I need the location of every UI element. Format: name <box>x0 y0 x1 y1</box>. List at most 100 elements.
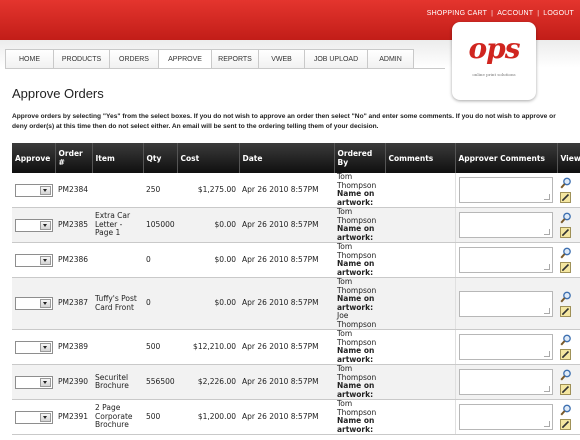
ordered-by-name: Tom Thompson <box>337 277 377 295</box>
tab-reports[interactable]: REPORTS <box>211 49 259 68</box>
order-number: PM2391 <box>55 399 92 435</box>
ordered-by-name: Tom Thompson <box>337 172 377 190</box>
approval-table: Approve Order # Item Qty Cost Date Ordered By C… <box>12 143 580 435</box>
view-cell <box>557 277 580 330</box>
approver-comments-cell <box>455 364 557 400</box>
page-title: Approve Orders <box>12 86 104 101</box>
tab-admin[interactable]: ADMIN <box>367 49 414 68</box>
column-header-order: Order # <box>55 143 93 173</box>
approver-comments-textarea[interactable] <box>458 247 553 273</box>
item-name: Tuffy's Post Card Front <box>92 277 143 330</box>
item-name: Extra Car Letter - Page 1 <box>92 207 143 243</box>
tab-job-upload[interactable]: JOB UPLOAD <box>304 49 368 68</box>
table-row: PM2391 2 Page Corporate Brochure 500 $1,200… <box>12 399 580 435</box>
view-cell <box>557 242 580 278</box>
approver-comments-cell <box>455 399 557 435</box>
edit-pencil-icon[interactable] <box>560 384 571 395</box>
main-nav: HOME PRODUCTS ORDERS APPROVE REPORTS VWEB JOB … <box>5 49 414 69</box>
edit-pencil-icon[interactable] <box>560 305 571 317</box>
approver-comments-textarea[interactable] <box>458 334 553 360</box>
quantity: 250 <box>143 173 177 208</box>
tab-vweb[interactable]: VWEB <box>258 49 305 68</box>
tab-approve[interactable]: APPROVE <box>158 49 212 69</box>
name-on-artwork-label: Name on artwork: <box>337 294 375 312</box>
magnifier-icon[interactable] <box>560 247 572 259</box>
name-on-artwork-label: Name on artwork: <box>337 346 375 364</box>
approve-select[interactable] <box>15 183 53 197</box>
approver-comments-cell <box>455 277 557 330</box>
ordered-by: Tom Thompson Name on artwork: <box>334 172 385 208</box>
chevron-down-icon[interactable] <box>40 255 51 265</box>
comments <box>385 277 456 330</box>
chevron-down-icon[interactable] <box>40 412 51 422</box>
company-logo[interactable]: ops online print solutions <box>452 22 536 100</box>
ordered-by-name: Tom Thompson <box>337 364 377 382</box>
chevron-down-icon[interactable] <box>40 342 51 352</box>
chevron-down-icon[interactable] <box>40 299 51 308</box>
shopping-cart-link[interactable]: SHOPPING CART <box>427 10 487 17</box>
comments <box>385 207 456 243</box>
magnifier-icon[interactable] <box>560 291 572 303</box>
magnifier-icon[interactable] <box>560 212 572 224</box>
chevron-down-icon[interactable] <box>40 377 51 387</box>
comments <box>385 399 456 435</box>
tab-orders[interactable]: ORDERS <box>109 49 159 68</box>
view-cell <box>557 399 580 435</box>
view-cell <box>557 364 580 400</box>
name-on-artwork-label: Name on artwork: <box>337 381 375 399</box>
ordered-by: Tom Thompson Name on artwork: <box>334 399 385 435</box>
approve-select[interactable] <box>15 218 53 232</box>
approve-cell <box>12 242 55 278</box>
approver-comments-textarea[interactable] <box>458 212 553 238</box>
quantity: 556500 <box>143 364 177 400</box>
approver-comments-textarea[interactable] <box>458 290 553 317</box>
name-on-artwork-label: Name on artwork: <box>337 416 375 434</box>
column-header-approve: Approve <box>12 143 56 173</box>
chevron-down-icon[interactable] <box>40 185 51 195</box>
approver-comments-cell <box>455 173 557 208</box>
edit-pencil-icon[interactable] <box>560 227 571 238</box>
magnifier-icon[interactable] <box>560 369 572 381</box>
edit-pencil-icon[interactable] <box>560 262 571 273</box>
order-date: Apr 26 2010 8:57PM <box>239 207 334 243</box>
ordered-by-name: Tom Thompson <box>337 329 377 347</box>
column-header-cost: Cost <box>177 143 240 173</box>
magnifier-icon[interactable] <box>560 334 572 346</box>
approve-select[interactable] <box>15 410 53 424</box>
magnifier-icon[interactable] <box>560 177 572 189</box>
quantity: 500 <box>143 399 177 435</box>
approver-comments-textarea[interactable] <box>458 177 553 203</box>
comments <box>385 242 456 278</box>
column-header-ordered-by: Ordered By <box>334 143 386 173</box>
item-name <box>92 173 143 208</box>
approver-comments-cell <box>455 207 557 243</box>
view-cell <box>557 329 580 365</box>
edit-pencil-icon[interactable] <box>560 349 571 360</box>
tab-products[interactable]: PRODUCTS <box>53 49 110 68</box>
approve-cell <box>12 399 55 435</box>
logout-link[interactable]: LOGOUT <box>543 10 574 17</box>
chevron-down-icon[interactable] <box>40 220 51 230</box>
approve-select[interactable] <box>15 253 53 267</box>
order-number: PM2387 <box>55 277 92 330</box>
account-links: SHOPPING CART | ACCOUNT | LOGOUT <box>427 10 574 17</box>
column-header-comments: Comments <box>385 143 456 173</box>
order-number: PM2390 <box>55 364 92 400</box>
approve-select[interactable] <box>15 297 53 310</box>
approver-comments-textarea[interactable] <box>458 404 553 430</box>
link-separator: | <box>537 10 540 17</box>
instructions-text: Approve orders by selecting "Yes" from t… <box>12 113 556 130</box>
approve-select[interactable] <box>15 375 53 389</box>
approver-comments-cell <box>455 329 557 365</box>
approve-select[interactable] <box>15 340 53 354</box>
edit-pencil-icon[interactable] <box>560 192 571 203</box>
account-link[interactable]: ACCOUNT <box>497 10 533 17</box>
column-header-approver-comments: Approver Comments <box>455 143 558 173</box>
item-name <box>92 329 143 365</box>
approver-comments-textarea[interactable] <box>458 369 553 395</box>
order-number: PM2386 <box>55 242 92 278</box>
nav-divider <box>5 68 445 69</box>
edit-pencil-icon[interactable] <box>560 419 571 430</box>
magnifier-icon[interactable] <box>560 404 572 416</box>
tab-home[interactable]: HOME <box>5 49 54 68</box>
